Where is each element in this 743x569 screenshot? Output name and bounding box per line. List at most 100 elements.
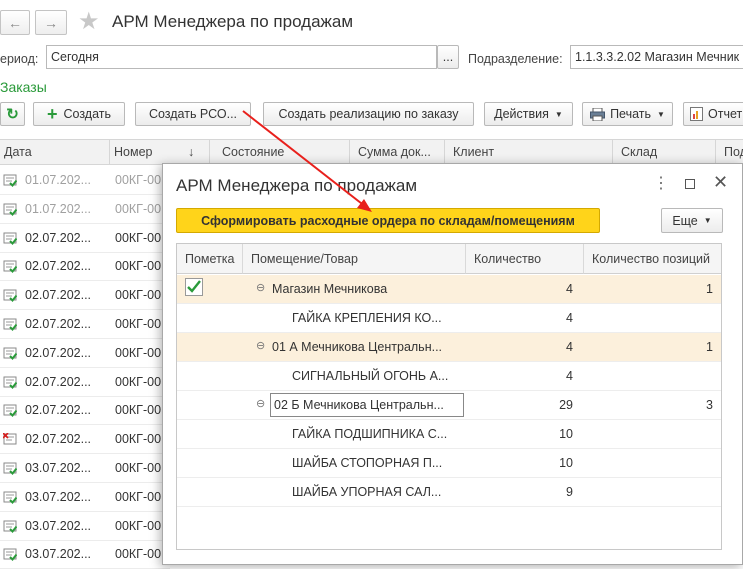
document-posted-icon [3, 289, 17, 303]
row-date: 02.07.202... [25, 403, 92, 418]
more-button-label: Еще [672, 213, 698, 228]
maximize-icon[interactable] [685, 179, 695, 189]
printer-icon [590, 107, 606, 121]
arrow-right-icon: → [44, 14, 58, 31]
row-number: 00КГ-00 [115, 230, 162, 245]
nav-back-button[interactable]: ← [0, 10, 30, 35]
column-mark[interactable]: Пометка [177, 244, 243, 274]
table-row[interactable]: 02.07.202... 00КГ-00 [0, 281, 170, 311]
column-number-label: Номер [114, 145, 153, 159]
table-row[interactable]: 01.07.202... 00КГ-00 [0, 166, 170, 195]
item-name: ГАЙКА КРЕПЛЕНИЯ КО... [292, 311, 442, 325]
table-row[interactable]: 02.07.202... 00КГ-00 [0, 224, 170, 253]
refresh-button[interactable]: ↻ [0, 102, 25, 126]
period-field[interactable]: Сегодня [46, 45, 437, 69]
dropdown-arrow-icon: ▼ [703, 216, 712, 225]
quantity-value: 10 [559, 456, 573, 470]
refresh-icon: ↻ [6, 106, 19, 123]
reports-button[interactable]: Отчет [683, 102, 743, 126]
row-number: 00КГ-00 [115, 288, 162, 303]
division-field[interactable]: 1.1.3.3.2.02 Магазин Мечник [570, 45, 743, 69]
document-posted-icon [3, 520, 17, 533]
column-qty[interactable]: Количество [466, 244, 584, 274]
document-posted-icon [3, 174, 17, 187]
division-label: Подразделение: [468, 52, 563, 66]
create-button[interactable]: + Создать [33, 102, 125, 126]
item-row[interactable]: ШАЙБА СТОПОРНАЯ П... 10 [177, 449, 721, 478]
row-date: 03.07.202... [25, 489, 92, 504]
favorite-star-icon[interactable]: ★ [78, 8, 100, 36]
collapse-icon[interactable]: ⊖ [256, 397, 265, 410]
quantity-value: 4 [566, 282, 573, 296]
row-date: 01.07.202... [25, 201, 92, 216]
table-row[interactable]: 03.07.202... 00КГ-00 [0, 454, 170, 483]
row-number: 00КГ-00 [115, 259, 162, 274]
table-row[interactable]: 01.07.202... 00КГ-00 [0, 195, 170, 224]
modal-grid: Пометка Помещение/Товар Количество Колич… [176, 243, 722, 550]
table-row[interactable]: 03.07.202... 00КГ-00 [0, 483, 170, 512]
row-number: 00КГ-00 [115, 374, 162, 389]
column-date[interactable]: Дата [0, 139, 110, 165]
collapse-icon[interactable]: ⊖ [256, 281, 265, 294]
group-row[interactable]: ⊖ 02 Б Мечникова Центральн... 29 3 [177, 391, 721, 420]
document-posted-icon [3, 376, 17, 389]
item-row[interactable]: ГАЙКА ПОДШИПНИКА С... 10 [177, 420, 721, 449]
item-name: ШАЙБА УПОРНАЯ САЛ... [292, 485, 442, 499]
row-number: 00КГ-00 [115, 547, 162, 562]
create-realization-button[interactable]: Создать реализацию по заказу [263, 102, 474, 126]
dropdown-arrow-icon: ▼ [554, 109, 563, 119]
column-warehouse[interactable]: Склад [613, 139, 716, 165]
table-row[interactable]: 02.07.202... 00КГ-00 [0, 310, 170, 339]
sort-arrow-icon: ↓ [188, 145, 195, 159]
actions-button[interactable]: Действия ▼ [484, 102, 573, 126]
print-button[interactable]: Печать ▼ [582, 102, 673, 126]
more-button[interactable]: Еще ▼ [661, 208, 723, 233]
column-extra[interactable]: Под [716, 139, 743, 165]
column-positions[interactable]: Количество позиций [584, 244, 721, 274]
group-row[interactable]: ⊖ Магазин Мечникова 4 1 [177, 275, 721, 304]
row-date: 02.07.202... [25, 345, 92, 360]
row-date: 02.07.202... [25, 230, 92, 245]
generate-orders-button[interactable]: Сформировать расходные ордера по складам… [176, 208, 600, 233]
row-date: 03.07.202... [25, 461, 92, 475]
document-posted-icon [3, 548, 17, 562]
group-name: Магазин Мечникова [272, 282, 388, 296]
positions-value: 1 [706, 340, 713, 354]
quantity-value: 4 [566, 369, 573, 383]
page-title: АРМ Менеджера по продажам [112, 12, 354, 31]
column-state[interactable]: Состояние [210, 139, 350, 165]
table-row[interactable]: 02.07.202... 00КГ-00 [0, 425, 170, 455]
table-row[interactable]: 02.07.202... 00КГ-00 [0, 252, 170, 282]
close-icon[interactable]: ✕ [713, 172, 728, 192]
table-row[interactable]: 02.07.202... 00КГ-00 [0, 368, 170, 397]
document-posted-icon [3, 404, 17, 418]
row-number: 00КГ-00 [115, 432, 162, 447]
reports-button-label: Отчет [708, 107, 743, 121]
more-vertical-icon[interactable]: ⋮ [653, 176, 669, 192]
item-row[interactable]: ГАЙКА КРЕПЛЕНИЯ КО... 4 [177, 304, 721, 333]
item-row[interactable]: СИГНАЛЬНЫЙ ОГОНЬ А... 4 [177, 362, 721, 391]
checkbox-checked-icon[interactable] [185, 278, 203, 296]
create-rso-button[interactable]: Создать РСО... [135, 102, 251, 126]
period-choose-button[interactable]: ... [437, 45, 459, 69]
table-row[interactable]: 03.07.202... 00КГ-00 [0, 512, 170, 541]
row-number: 00КГ-00 [115, 317, 162, 331]
group-row[interactable]: ⊖ 01 А Мечникова Центральн... 4 1 [177, 333, 721, 362]
row-number: 00КГ-00 [115, 461, 162, 475]
collapse-icon[interactable]: ⊖ [256, 339, 265, 352]
table-row[interactable]: 02.07.202... 00КГ-00 [0, 339, 170, 368]
column-number[interactable]: Номер ↓ [110, 139, 210, 165]
column-sum[interactable]: Сумма док... [350, 139, 445, 165]
item-row[interactable]: ШАЙБА УПОРНАЯ САЛ... 9 [177, 478, 721, 507]
quantity-value: 9 [566, 485, 573, 499]
arrow-left-icon: ← [8, 14, 22, 31]
row-number: 00КГ-00 [115, 173, 162, 187]
column-place[interactable]: Помещение/Товар [243, 244, 466, 274]
nav-forward-button[interactable]: → [35, 10, 67, 35]
table-row[interactable]: 02.07.202... 00КГ-00 [0, 396, 170, 426]
item-name: ГАЙКА ПОДШИПНИКА С... [292, 427, 448, 441]
generate-orders-label: Сформировать расходные ордера по складам… [201, 213, 575, 228]
column-client[interactable]: Клиент [445, 139, 613, 165]
item-name: ШАЙБА СТОПОРНАЯ П... [292, 456, 443, 470]
quantity-value: 29 [559, 398, 573, 412]
